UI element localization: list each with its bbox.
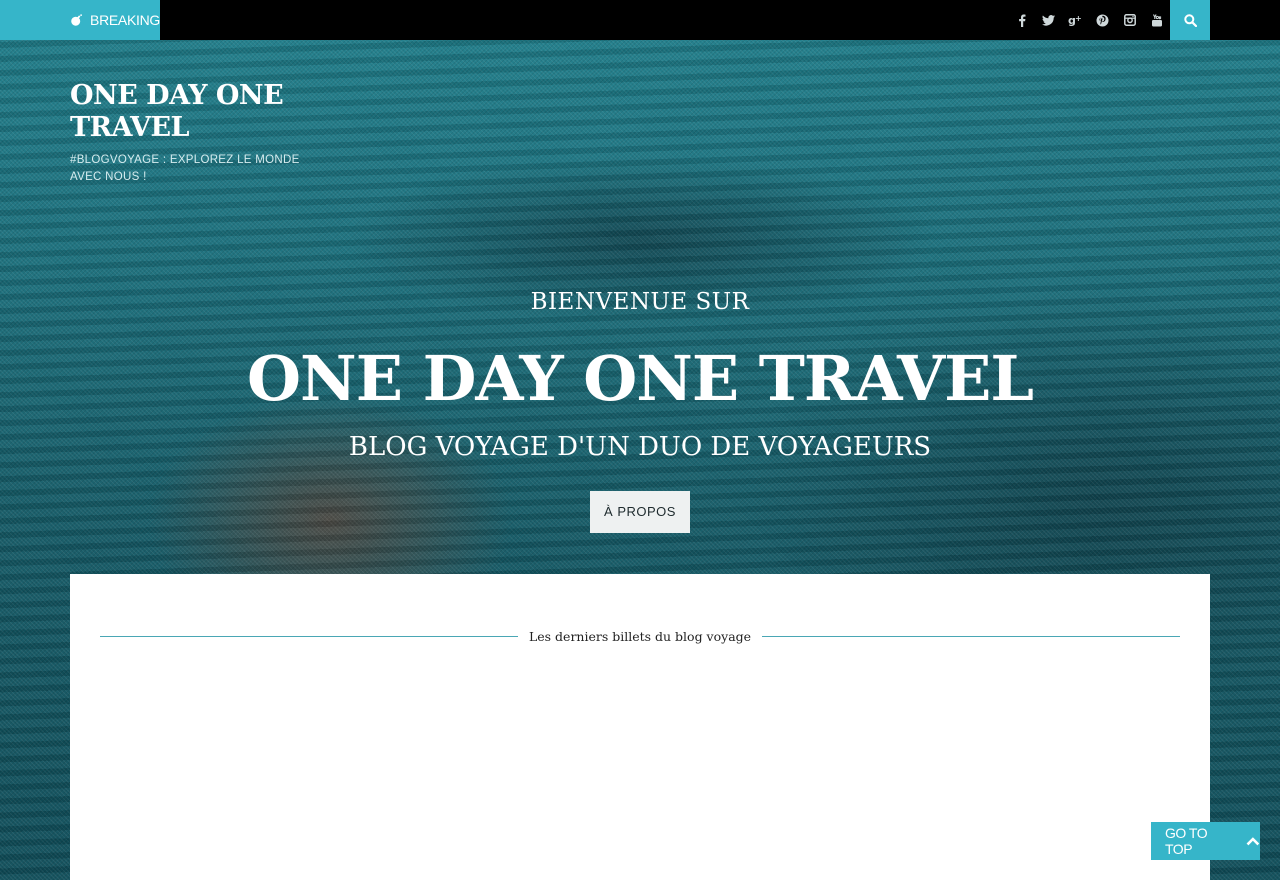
main-content: Les derniers billets du blog voyage: [70, 574, 1210, 880]
google-plus-icon[interactable]: g +: [1062, 0, 1089, 40]
svg-text:+: +: [1075, 14, 1082, 23]
hero-welcome-text: BIENVENUE SUR: [530, 289, 750, 315]
about-button[interactable]: À PROPOS: [590, 491, 690, 533]
go-to-top-button[interactable]: GO TO TOP: [1151, 822, 1260, 860]
chevron-up-icon: [1246, 837, 1260, 846]
search-button[interactable]: [1170, 0, 1210, 40]
site-branding: ONE DAY ONE TRAVEL #BLOGVOYAGE : EXPLORE…: [70, 80, 310, 186]
facebook-icon[interactable]: [1008, 0, 1035, 40]
hero-section: BIENVENUE SUR ONE DAY ONE TRAVEL BLOG VO…: [0, 280, 1280, 533]
go-to-top-label: GO TO TOP: [1165, 825, 1208, 857]
instagram-icon[interactable]: [1116, 0, 1143, 40]
section-heading: Les derniers billets du blog voyage: [100, 626, 1181, 646]
section-divider-right: [762, 635, 1181, 637]
hero-title: ONE DAY ONE TRAVEL: [247, 342, 1034, 415]
pinterest-icon[interactable]: [1089, 0, 1116, 40]
hero-tagline: BLOG VOYAGE D'UN DUO DE VOYAGEURS: [348, 432, 932, 462]
bomb-icon: [71, 14, 82, 26]
breaking-news-badge[interactable]: BREAKING: [0, 0, 160, 40]
section-title: Les derniers billets du blog voyage: [528, 628, 752, 644]
section-divider-left: [100, 635, 518, 637]
site-description: #BLOGVOYAGE : EXPLOREZ LE MONDE AVEC NOU…: [70, 154, 300, 183]
top-bar: BREAKING g +: [0, 0, 1280, 40]
youtube-icon[interactable]: [1143, 0, 1170, 40]
site-title-link[interactable]: ONE DAY ONE TRAVEL: [70, 80, 310, 144]
social-links: g +: [1008, 0, 1170, 40]
breaking-label: BREAKING: [90, 12, 160, 28]
search-icon: [1183, 13, 1197, 27]
twitter-icon[interactable]: [1035, 0, 1062, 40]
